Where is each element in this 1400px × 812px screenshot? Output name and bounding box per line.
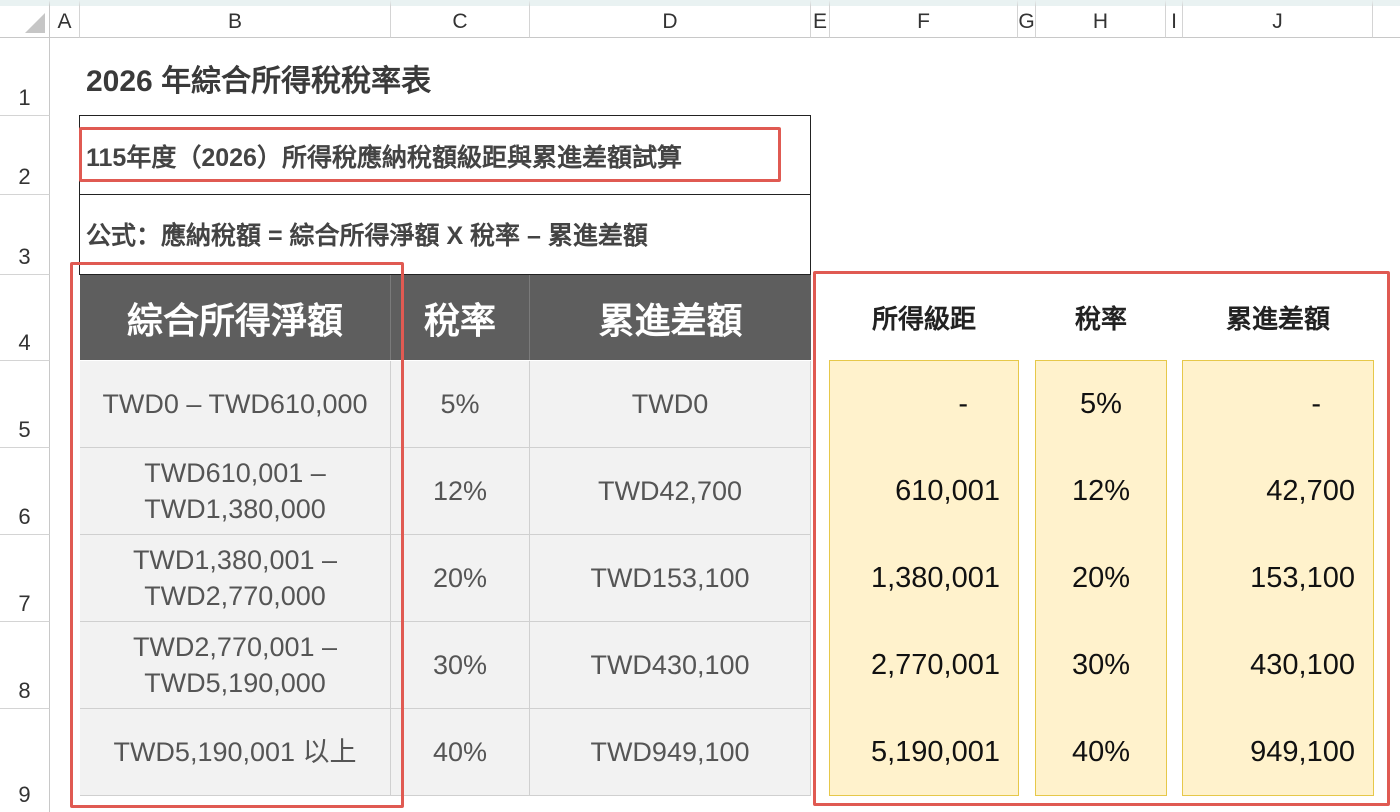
row-header-3[interactable]: 3: [0, 195, 50, 275]
cell-diff[interactable]: TWD42,700: [530, 448, 811, 535]
cell-rate[interactable]: 12%: [391, 448, 530, 535]
column-header-g[interactable]: G: [1018, 0, 1036, 38]
row-header-5[interactable]: 5: [0, 361, 50, 448]
lookup-table-highlight: [813, 271, 1390, 806]
column-header-i[interactable]: I: [1166, 0, 1183, 38]
formula-text[interactable]: 公式：應納稅額 = 綜合所得淨額 X 稅率 – 累進差額: [86, 216, 648, 252]
row-header-8[interactable]: 8: [0, 622, 50, 709]
subtitle-highlight: [79, 127, 781, 182]
sheet-title[interactable]: 2026 年綜合所得稅稅率表: [86, 56, 431, 100]
cell-diff[interactable]: TWD430,100: [530, 622, 811, 709]
row-header-6[interactable]: 6: [0, 448, 50, 535]
cell-rate[interactable]: 5%: [391, 361, 530, 448]
column-header-a[interactable]: A: [50, 0, 80, 38]
cell-rate[interactable]: 40%: [391, 709, 530, 796]
corner-triangle-icon: [25, 13, 45, 33]
row-header-2[interactable]: 2: [0, 116, 50, 195]
cell-rate[interactable]: 30%: [391, 622, 530, 709]
header-progressive-diff[interactable]: 累進差額: [530, 275, 811, 360]
column-header-d[interactable]: D: [530, 0, 811, 38]
row-header-7[interactable]: 7: [0, 535, 50, 622]
select-all-corner[interactable]: [0, 0, 50, 38]
net-income-highlight: [70, 262, 404, 808]
column-header-j[interactable]: J: [1183, 0, 1373, 38]
column-header-e[interactable]: E: [811, 0, 830, 38]
column-header-f[interactable]: F: [830, 0, 1018, 38]
column-header-h[interactable]: H: [1036, 0, 1166, 38]
column-header-k[interactable]: [1373, 0, 1400, 38]
subtitle-divider: [79, 194, 811, 195]
column-header-c[interactable]: C: [391, 0, 530, 38]
cell-diff[interactable]: TWD949,100: [530, 709, 811, 796]
header-tax-rate[interactable]: 稅率: [391, 275, 530, 360]
cell-rate[interactable]: 20%: [391, 535, 530, 622]
row-header-1[interactable]: 1: [0, 38, 50, 116]
cell-diff[interactable]: TWD0: [530, 361, 811, 448]
cell-diff[interactable]: TWD153,100: [530, 535, 811, 622]
row-header-9[interactable]: 9: [0, 709, 50, 812]
column-header-b[interactable]: B: [80, 0, 391, 38]
row-header-4[interactable]: 4: [0, 275, 50, 361]
